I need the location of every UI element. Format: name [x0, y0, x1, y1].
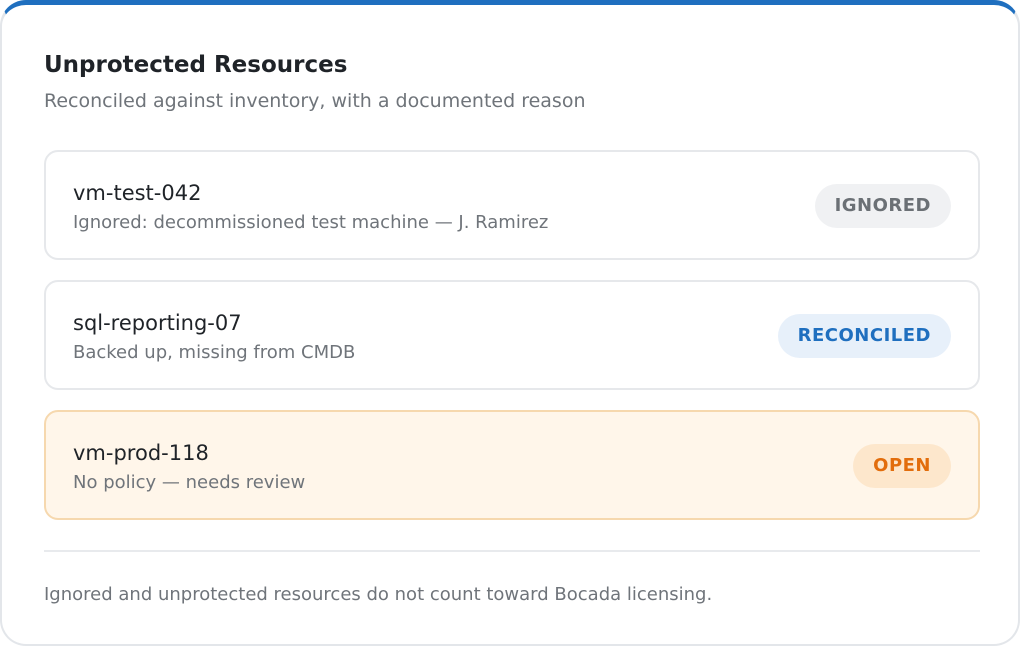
- resource-row-vm-test-042[interactable]: vm-test-042 Ignored: decommissioned test…: [44, 150, 980, 260]
- resource-note: Backed up, missing from CMDB: [73, 342, 356, 363]
- resource-note: Ignored: decommissioned test machine — J…: [73, 212, 549, 233]
- footer-divider: [44, 550, 980, 552]
- resource-name: sql-reporting-07: [73, 311, 242, 335]
- status-badge-open: OPEN: [853, 444, 951, 488]
- status-badge-reconciled: RECONCILED: [777, 314, 951, 358]
- resource-list: vm-test-042 Ignored: decommissioned test…: [44, 150, 980, 540]
- unprotected-resources-panel: Unprotected Resources Reconciled against…: [0, 0, 1020, 646]
- resource-name: vm-test-042: [73, 181, 202, 205]
- resource-row-vm-prod-118[interactable]: vm-prod-118 No policy — needs review OPE…: [44, 410, 980, 520]
- status-badge-ignored: IGNORED: [814, 184, 951, 228]
- resource-name: vm-prod-118: [73, 441, 209, 465]
- licensing-footnote: Ignored and unprotected resources do not…: [44, 584, 713, 605]
- panel-title: Unprotected Resources: [44, 52, 348, 78]
- panel-subtitle: Reconciled against inventory, with a doc…: [44, 90, 586, 112]
- resource-note: No policy — needs review: [73, 472, 306, 493]
- panel-header: Unprotected Resources Reconciled against…: [44, 50, 585, 114]
- resource-row-sql-reporting-07[interactable]: sql-reporting-07 Backed up, missing from…: [44, 280, 980, 390]
